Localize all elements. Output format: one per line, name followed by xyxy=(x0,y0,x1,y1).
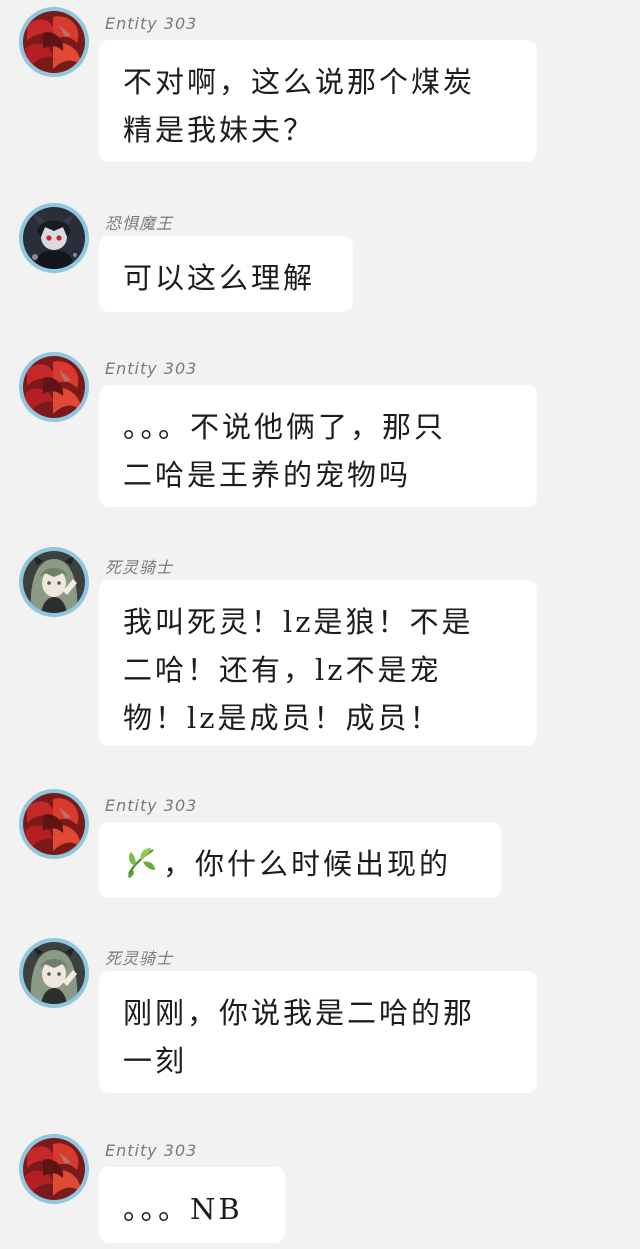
message-bubble[interactable]: 刚刚，你说我是二哈的那 一刻 xyxy=(99,971,537,1093)
chat-message: 死灵骑士 我叫死灵！lz是狼！不是 二哈！还有，lz不是宠 物！lz是成员！成员… xyxy=(0,547,640,747)
chat-thread[interactable]: Entity 303 不对啊，这么说那个煤炭 精是我妹夫？ 恐惧魔王 可以这么理… xyxy=(0,0,640,1249)
chat-message: Entity 303 。。。NB xyxy=(0,1134,640,1244)
dark-demon-icon xyxy=(23,207,85,269)
sender-name: Entity 303 xyxy=(105,14,198,33)
message-bubble[interactable]: 。。。不说他俩了，那只 二哈是王养的宠物吗 xyxy=(99,385,537,507)
message-text: ，你什么时候出现的 xyxy=(163,847,452,881)
sender-name: 死灵骑士 xyxy=(105,949,174,968)
avatar-red-petals[interactable] xyxy=(19,1134,89,1204)
red-petals-icon xyxy=(23,11,85,73)
green-haired-girl-icon xyxy=(23,942,85,1004)
avatar-green-haired-girl[interactable] xyxy=(19,547,89,617)
message-bubble[interactable]: 我叫死灵！lz是狼！不是 二哈！还有，lz不是宠 物！lz是成员！成员！ xyxy=(99,580,537,746)
sender-name: Entity 303 xyxy=(105,359,198,378)
chat-message: 死灵骑士 刚刚，你说我是二哈的那 一刻 xyxy=(0,938,640,1093)
sender-name: Entity 303 xyxy=(105,1141,198,1160)
avatar-red-petals[interactable] xyxy=(19,7,89,77)
red-petals-icon xyxy=(23,793,85,855)
chat-message: Entity 303 。。。不说他俩了，那只 二哈是王养的宠物吗 xyxy=(0,352,640,507)
avatar-red-petals[interactable] xyxy=(19,352,89,422)
message-bubble[interactable]: ，你什么时候出现的 xyxy=(99,822,501,898)
sender-name: Entity 303 xyxy=(105,796,198,815)
red-petals-icon xyxy=(23,356,85,418)
message-bubble[interactable]: 不对啊，这么说那个煤炭 精是我妹夫？ xyxy=(99,40,537,162)
message-bubble[interactable]: 。。。NB xyxy=(99,1167,285,1243)
sender-name: 死灵骑士 xyxy=(105,558,174,577)
message-bubble[interactable]: 可以这么理解 xyxy=(99,236,353,312)
avatar-dark-demon[interactable] xyxy=(19,203,89,273)
avatar-green-haired-girl[interactable] xyxy=(19,938,89,1008)
herb-leaf-icon xyxy=(123,844,159,880)
chat-message: Entity 303 ，你什么时候出现的 xyxy=(0,789,640,899)
red-petals-icon xyxy=(23,1138,85,1200)
chat-message: Entity 303 不对啊，这么说那个煤炭 精是我妹夫？ xyxy=(0,7,640,162)
chat-message: 恐惧魔王 可以这么理解 xyxy=(0,203,640,313)
sender-name: 恐惧魔王 xyxy=(105,214,174,233)
avatar-red-petals[interactable] xyxy=(19,789,89,859)
green-haired-girl-icon xyxy=(23,551,85,613)
